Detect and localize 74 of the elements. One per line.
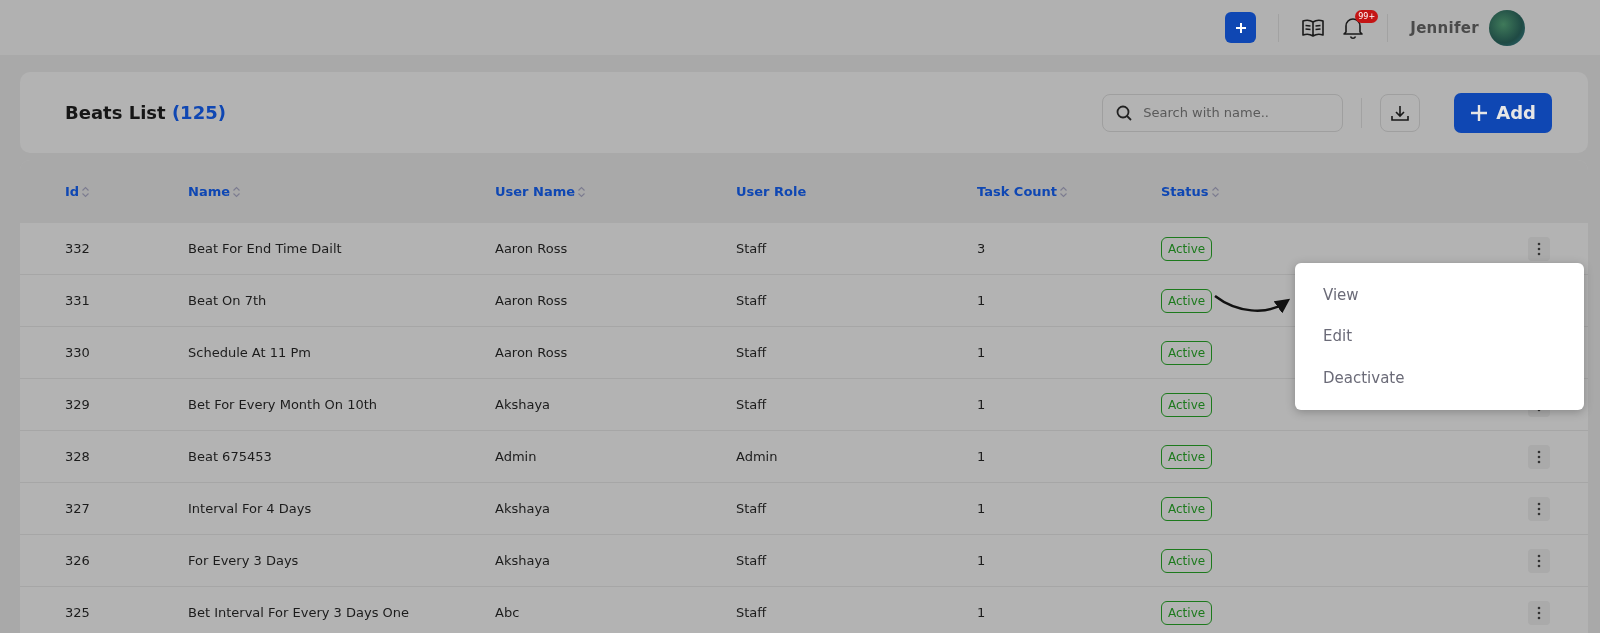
download-button[interactable] (1380, 93, 1421, 132)
table-cell-text: 330 (65, 345, 91, 360)
table-cell-text: 327 (65, 501, 91, 516)
table-cell-text: Aaron Ross (495, 241, 569, 256)
table-cell-text: Akshaya (495, 553, 552, 568)
table-cell-text: Interval For 4 Days (188, 501, 313, 516)
menu-item[interactable]: View (1295, 274, 1584, 316)
column-header[interactable]: Task Count (977, 184, 1058, 199)
more-button[interactable] (1528, 496, 1550, 521)
user-name: Jennifer (1410, 18, 1479, 37)
table-cell-text: Schedule At 11 Pm (188, 345, 312, 360)
table-cell-text: 1 (977, 293, 987, 308)
table-cell-text: Staff (736, 605, 768, 620)
column-header[interactable]: Name (188, 184, 230, 199)
table-cell-text: 1 (977, 605, 987, 620)
table-cell-text: 326 (65, 553, 91, 568)
table-cell-text: 332 (65, 241, 91, 256)
table-cell-text: Staff (736, 345, 768, 360)
more-button[interactable] (1528, 236, 1550, 261)
page-title: Beats List (125) (65, 102, 227, 123)
plus-icon (1470, 103, 1489, 122)
table-cell-text: Bet Interval For Every 3 Days One (188, 605, 411, 620)
status-tag: Active (1161, 601, 1213, 625)
table-cell-text: 1 (977, 345, 987, 360)
table-cell-text: 329 (65, 397, 91, 412)
search-field[interactable]: Search with name.. (1102, 93, 1344, 132)
status-tag: Active (1161, 237, 1213, 261)
more-button[interactable] (1528, 444, 1550, 469)
table-cell-text: For Every 3 Days (188, 553, 300, 568)
table-cell-text: Beat On 7th (188, 293, 268, 308)
table-cell-text: Admin (495, 449, 538, 464)
add-button[interactable] (1225, 12, 1257, 43)
column-header: User Role (736, 184, 807, 199)
table-cell-text: 1 (977, 397, 987, 412)
table-cell-text: Aaron Ross (495, 293, 569, 308)
status-tag: Active (1161, 393, 1213, 417)
table-cell-text: Admin (736, 449, 779, 464)
status-tag: Active (1161, 341, 1213, 365)
table-cell-text: Beat For End Time Dailt (188, 241, 343, 256)
download-icon (1391, 104, 1410, 121)
table-cell-text: 325 (65, 605, 91, 620)
notification-badge: 99+ (1355, 10, 1379, 23)
status-tag: Active (1161, 289, 1213, 313)
table-cell-text: Staff (736, 553, 768, 568)
menu-item[interactable]: Deactivate (1295, 357, 1584, 399)
table-cell-text: Bet For Every Month On 10th (188, 397, 379, 412)
table-cell-text: 1 (977, 501, 987, 516)
table-cell-text: Beat 675453 (188, 449, 273, 464)
status-tag: Active (1161, 497, 1213, 521)
table-cell-text: 328 (65, 449, 91, 464)
table-cell-text: Abc (495, 605, 521, 620)
column-header[interactable]: Status (1161, 184, 1209, 199)
table-cell-text: Akshaya (495, 501, 552, 516)
table-cell-text: Akshaya (495, 397, 552, 412)
table-cell-text: 3 (977, 241, 987, 256)
status-tag: Active (1161, 445, 1213, 469)
table-cell-text: 1 (977, 553, 987, 568)
menu-item[interactable]: Edit (1295, 315, 1584, 357)
more-button[interactable] (1528, 600, 1550, 625)
table-cell-text: Staff (736, 397, 768, 412)
more-button[interactable] (1528, 548, 1550, 573)
table-cell-text: Aaron Ross (495, 345, 569, 360)
table-cell-text: 331 (65, 293, 91, 308)
book-icon[interactable] (1301, 16, 1326, 39)
avatar[interactable] (1489, 9, 1525, 46)
table-cell-text: Staff (736, 501, 768, 516)
column-header[interactable]: Id (65, 184, 80, 199)
plus-icon (1234, 21, 1247, 34)
table-cell-text: 1 (977, 449, 987, 464)
table-cell-text: Staff (736, 293, 768, 308)
table-cell-text: Staff (736, 241, 768, 256)
status-tag: Active (1161, 549, 1213, 573)
add-button[interactable]: Add (1454, 92, 1552, 133)
column-header[interactable]: User Name (495, 184, 576, 199)
